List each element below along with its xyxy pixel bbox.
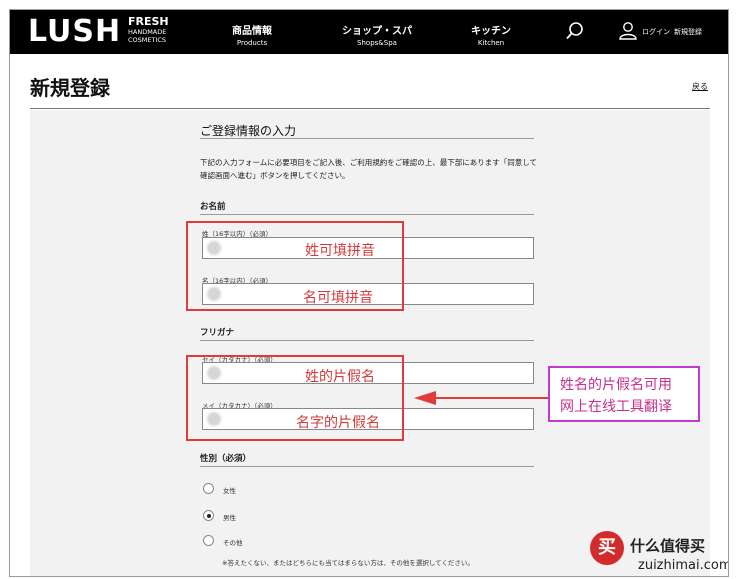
watermark-url: zuizhimai.com: [638, 558, 729, 573]
gender-option-label: その他: [223, 539, 243, 547]
nav-shops-spa[interactable]: ショップ・スパ Shops&Spa: [342, 22, 412, 47]
logo-tagline-line: HANDMADE: [128, 28, 167, 36]
gender-option-label: 女性: [223, 487, 236, 495]
user-icon[interactable]: [618, 21, 638, 41]
search-icon[interactable]: [565, 21, 585, 41]
radio-selected-dot: [206, 513, 211, 518]
divider: [200, 138, 534, 139]
logo-tagline-line: COSMETICS: [128, 35, 167, 44]
watermark-brand: 什么值得买: [630, 537, 706, 555]
tip-box: 姓名的片假名可用 网上在线工具翻译: [548, 366, 700, 422]
annotation-first-kana: 名字的片假名: [296, 415, 380, 431]
watermark-logo: 买: [590, 531, 624, 565]
divider: [200, 214, 534, 215]
logo-tagline: FRESH HANDMADE COSMETICS: [128, 16, 169, 43]
gender-option-label: 男性: [223, 514, 236, 522]
kana-group-label: フリガナ: [200, 328, 235, 338]
annotation-last-kana: 姓的片假名: [305, 369, 375, 385]
divider: [200, 466, 534, 467]
nav-sublabel: Shops&Spa: [357, 39, 397, 47]
page-frame: LUSH FRESH HANDMADE COSMETICS 商品情報 Produ…: [9, 9, 729, 577]
nav-sublabel: Products: [236, 39, 268, 47]
logo-tagline-line: FRESH: [128, 15, 169, 28]
register-link[interactable]: 新規登録: [674, 27, 702, 37]
top-navigation-bar: LUSH FRESH HANDMADE COSMETICS 商品情報 Produ…: [10, 10, 728, 54]
back-link[interactable]: 戻る: [692, 81, 708, 92]
page-title: 新規登録: [30, 76, 110, 100]
nav-label: 商品情報: [232, 26, 272, 37]
form-instructions: 下記の入力フォームに必要項目をご記入後、ご利用規約をご確認の上、最下部にあります…: [200, 158, 538, 180]
annotation-last-name: 姓可填拼音: [305, 243, 375, 259]
annotation-arrow: [414, 391, 550, 405]
form-section-title: ご登録情報の入力: [200, 124, 297, 138]
gender-radio-female[interactable]: [203, 483, 214, 494]
nav-label: キッチン: [471, 26, 511, 37]
divider: [200, 340, 534, 341]
gender-radio-male[interactable]: [203, 510, 214, 521]
nav-sublabel: Kitchen: [477, 39, 505, 47]
name-group-label: お名前: [200, 202, 226, 212]
nav-products[interactable]: 商品情報 Products: [232, 22, 272, 47]
nav-label: ショップ・スパ: [342, 26, 412, 37]
gender-group-label: 性別（必須）: [200, 454, 252, 464]
divider: [30, 108, 710, 109]
tip-line: 姓名的片假名可用: [560, 377, 672, 393]
tip-line: 网上在线工具翻译: [560, 399, 672, 415]
gender-note: ※答えたくない、またはどちらにも当てはまらない方は、その他を選択してください。: [222, 559, 474, 567]
lush-logo[interactable]: LUSH: [28, 15, 121, 49]
annotation-first-name: 名可填拼音: [303, 290, 373, 306]
gender-radio-other[interactable]: [203, 535, 214, 546]
nav-kitchen[interactable]: キッチン Kitchen: [471, 22, 511, 47]
login-link[interactable]: ログイン: [642, 27, 670, 37]
